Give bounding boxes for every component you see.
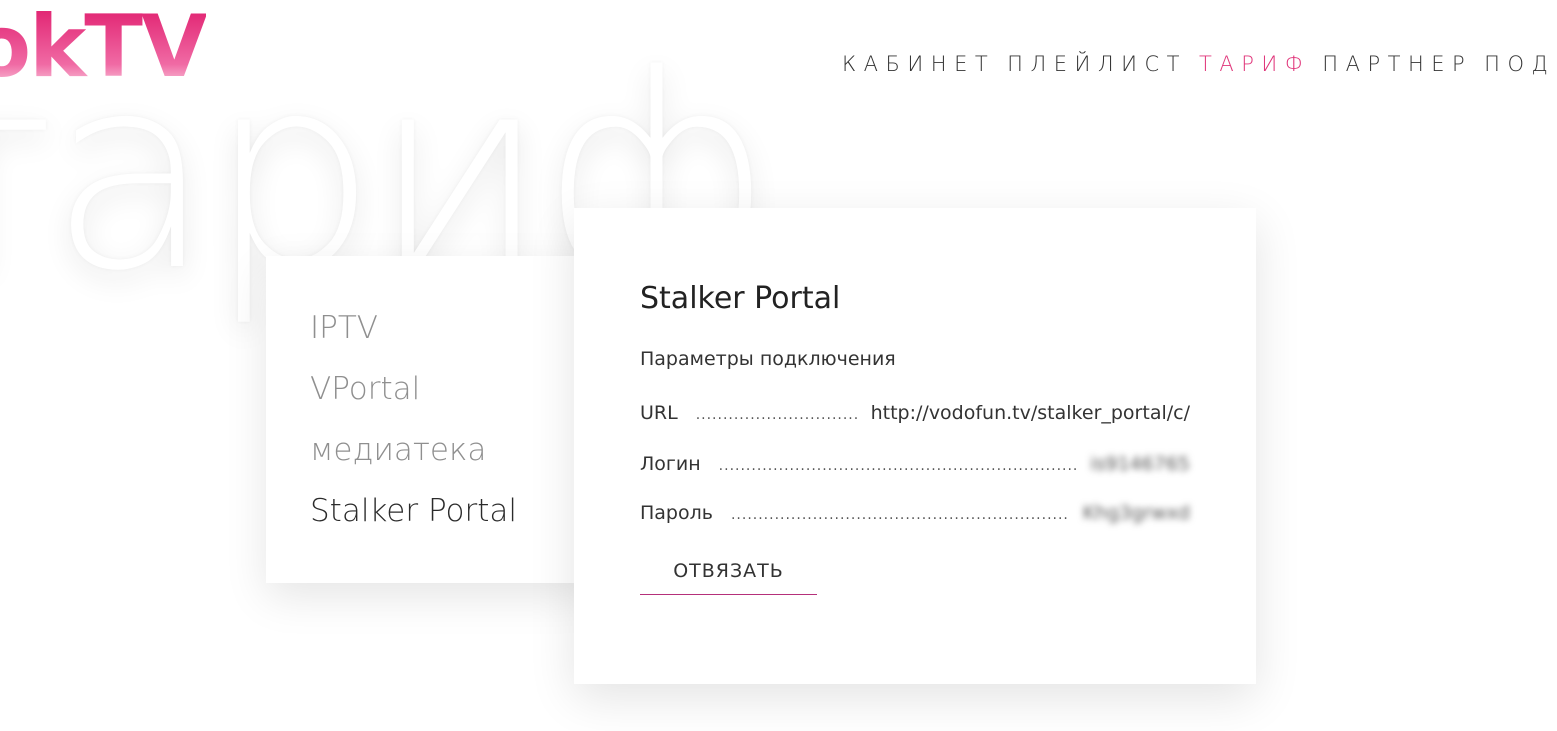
top-nav: КАБИНЕТ ПЛЕЙЛИСТ ТАРИФ ПАРТНЕР ПОД — [842, 52, 1557, 76]
password-label: Пароль — [640, 502, 713, 524]
nav-item-tariff[interactable]: ТАРИФ — [1199, 52, 1310, 76]
url-row: URL ....................................… — [640, 402, 1190, 424]
password-row: Пароль .................................… — [640, 502, 1190, 524]
dot-leader: ........................................… — [695, 407, 857, 423]
side-menu-item-mediateka[interactable]: медиатека — [310, 428, 517, 489]
page: тариф okTV КАБИНЕТ ПЛЕЙЛИСТ ТАРИФ ПАРТНЕ… — [0, 0, 1557, 731]
connection-card: Stalker Portal Параметры подключения URL… — [574, 208, 1256, 684]
url-label: URL — [640, 402, 678, 424]
login-label: Логин — [640, 453, 701, 475]
dot-leader: ........................................… — [730, 507, 1069, 523]
nav-item-partner[interactable]: ПАРТНЕР — [1322, 52, 1472, 76]
unbind-button[interactable]: ОТВЯЗАТЬ — [640, 560, 817, 595]
dot-leader: ........................................… — [718, 458, 1077, 474]
side-menu-item-stalker-portal[interactable]: Stalker Portal — [310, 489, 517, 550]
password-value[interactable]: Khg3grwxd — [1083, 502, 1190, 524]
login-value[interactable]: is9146765 — [1090, 453, 1190, 475]
side-menu-item-vportal[interactable]: VPortal — [310, 367, 517, 428]
card-subtitle: Параметры подключения — [640, 348, 896, 370]
logo[interactable]: okTV — [0, 4, 207, 90]
side-menu: IPTV VPortal медиатека Stalker Portal — [310, 306, 517, 550]
url-value[interactable]: http://vodofun.tv/stalker_portal/c/ — [871, 402, 1190, 424]
login-row: Логин ..................................… — [640, 453, 1190, 475]
nav-item-support[interactable]: ПОД — [1484, 52, 1555, 76]
nav-item-cabinet[interactable]: КАБИНЕТ — [842, 52, 995, 76]
nav-item-playlist[interactable]: ПЛЕЙЛИСТ — [1007, 52, 1187, 76]
side-menu-item-iptv[interactable]: IPTV — [310, 306, 517, 367]
card-title: Stalker Portal — [640, 281, 841, 316]
